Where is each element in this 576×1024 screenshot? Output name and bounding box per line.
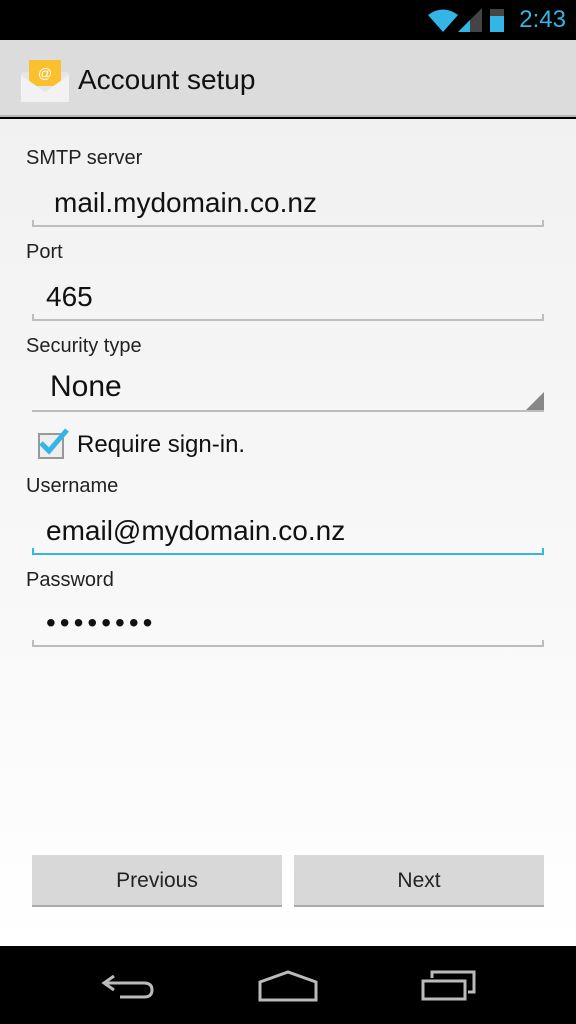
action-bar: @ Account setup bbox=[0, 40, 576, 117]
username-input[interactable]: email@mydomain.co.nz bbox=[32, 511, 544, 555]
password-label: Password bbox=[26, 569, 114, 591]
home-icon[interactable] bbox=[258, 970, 318, 1002]
signal-icon bbox=[458, 8, 482, 32]
page-title: Account setup bbox=[78, 64, 256, 95]
port-label: Port bbox=[26, 241, 63, 263]
dropdown-arrow-icon bbox=[526, 392, 544, 410]
email-app-icon[interactable]: @ bbox=[21, 58, 69, 102]
security-type-label: Security type bbox=[26, 335, 142, 357]
wifi-icon bbox=[428, 9, 458, 32]
clock: 2:43 bbox=[519, 6, 566, 33]
recent-apps-icon[interactable] bbox=[420, 970, 476, 1002]
security-type-value: None bbox=[50, 370, 122, 403]
checkmark-icon bbox=[39, 428, 69, 455]
port-input[interactable]: 465 bbox=[32, 277, 544, 321]
security-type-dropdown[interactable]: None bbox=[32, 364, 544, 412]
password-input[interactable]: •••••••• bbox=[32, 603, 544, 647]
previous-button[interactable]: Previous bbox=[32, 855, 282, 907]
battery-icon bbox=[490, 6, 504, 32]
account-setup-form: SMTP server mail.mydomain.co.nz Port 465… bbox=[0, 119, 576, 946]
smtp-server-label: SMTP server bbox=[26, 147, 143, 169]
svg-text:@: @ bbox=[38, 65, 52, 81]
back-icon[interactable] bbox=[100, 970, 156, 1000]
require-signin-label[interactable]: Require sign-in. bbox=[77, 431, 245, 459]
status-bar: 2:43 bbox=[0, 0, 576, 40]
require-signin-checkbox[interactable] bbox=[38, 428, 69, 459]
navigation-bar bbox=[0, 946, 576, 1024]
username-label: Username bbox=[26, 475, 119, 497]
next-button[interactable]: Next bbox=[294, 855, 544, 907]
smtp-server-input[interactable]: mail.mydomain.co.nz bbox=[32, 183, 544, 227]
